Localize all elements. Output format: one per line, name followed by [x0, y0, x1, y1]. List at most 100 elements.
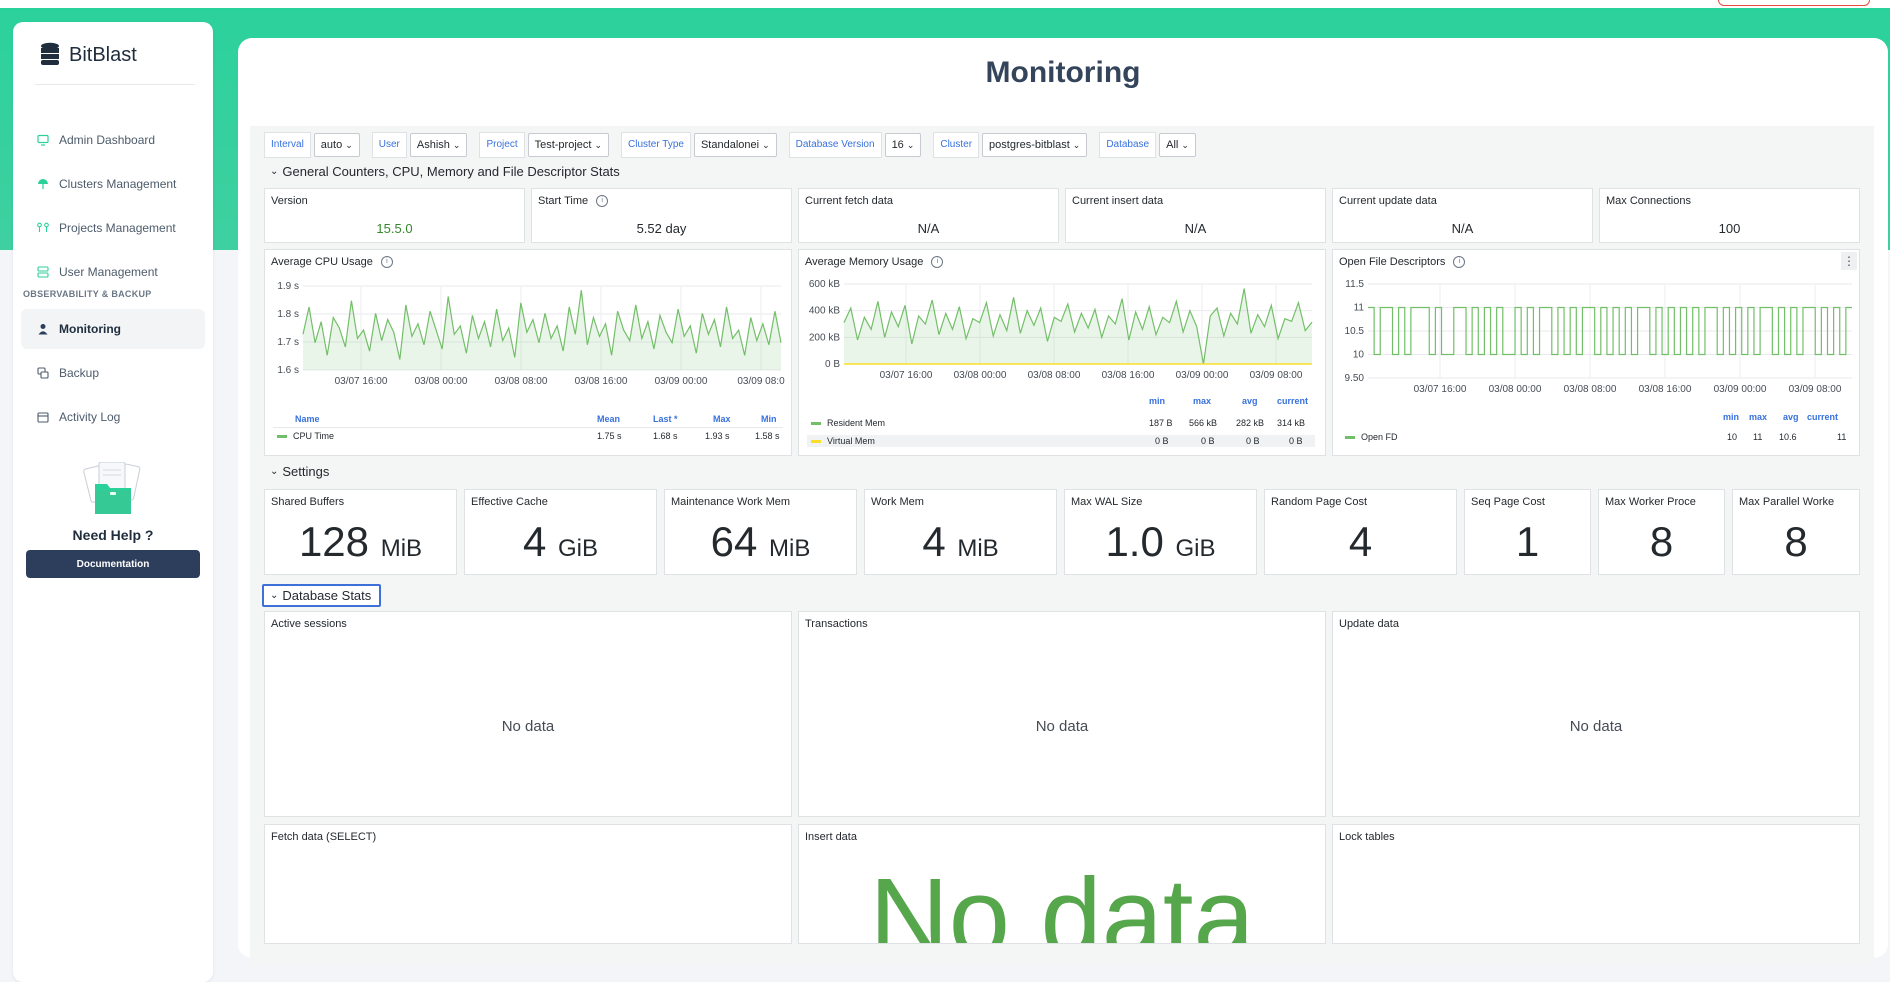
row-settings[interactable]: ⌄ Settings: [270, 464, 329, 479]
info-icon[interactable]: i: [1453, 256, 1466, 268]
var-select-user[interactable]: Ashish ⌄: [409, 133, 468, 157]
info-icon[interactable]: i: [931, 256, 944, 268]
legend-value: 0 B: [1155, 436, 1169, 446]
chart-panel-transactions[interactable]: Transactions No data: [798, 611, 1326, 817]
panel-title: Seq Page Cost: [1471, 496, 1545, 508]
info-icon[interactable]: i: [596, 195, 609, 207]
chart-panel-insert-data[interactable]: Insert data No data: [798, 824, 1326, 944]
flow-icon: [37, 222, 49, 232]
y-tick-label: 0 B: [825, 359, 840, 370]
var-select-cluster[interactable]: postgres-bitblast ⌄: [982, 133, 1088, 157]
user-pill[interactable]: [1718, 0, 1870, 6]
documentation-button[interactable]: Documentation: [26, 550, 200, 578]
chevron-down-icon: ⌄: [452, 140, 461, 150]
chevron-down-icon: ⌄: [345, 140, 353, 150]
y-tick-label: 11: [1354, 303, 1365, 314]
legend-row[interactable]: Resident Mem: [811, 418, 885, 428]
monitor-icon: [37, 134, 49, 146]
sidebar-item-user-management[interactable]: User Management: [21, 252, 205, 292]
legend-row[interactable]: Open FD: [1345, 432, 1398, 442]
stat-panel-shared-buffers[interactable]: Shared Buffers 128 MiB: [264, 489, 457, 575]
stat-panel-max-worker-processes[interactable]: Max Worker Proce 8: [1598, 489, 1725, 575]
chart-panel-active-sessions[interactable]: Active sessions No data: [264, 611, 792, 817]
stat-panel-max-parallel-workers[interactable]: Max Parallel Worke 8: [1732, 489, 1860, 575]
stat-value: 1: [1515, 518, 1540, 565]
sidebar-item-monitoring[interactable]: Monitoring: [21, 309, 205, 349]
panel-title: Maintenance Work Mem: [671, 496, 791, 508]
menu-kebab-icon[interactable]: ⋮: [1841, 252, 1857, 270]
stat-panel-work-mem[interactable]: Work Mem 4 MiB: [864, 489, 1057, 575]
legend-value: 0 B: [1246, 436, 1260, 446]
row-database-stats[interactable]: ⌄ Database Stats: [262, 584, 382, 607]
chart-panel-fetch-data[interactable]: Fetch data (SELECT): [264, 824, 792, 944]
chart-panel-cpu[interactable]: Average CPU Usage i 1.9 s 1.8 s 1.7 s 1.6 s 0…: [264, 249, 792, 456]
panel-title: Update data: [1339, 618, 1399, 630]
stat-value: N/A: [1451, 221, 1474, 236]
panel-title: Max WAL Size: [1071, 496, 1143, 508]
main-content: Monitoring Interval auto ⌄ User Ashish ⌄ P…: [238, 38, 1888, 966]
sidebar-item-projects-management[interactable]: Projects Management: [21, 208, 205, 248]
panel-title: Version: [271, 195, 308, 207]
chart-panel-memory[interactable]: Average Memory Usage i 600 kB 400 kB 200 kB…: [798, 249, 1326, 456]
stat-value: 1.0 GiB: [1065, 518, 1256, 566]
umbrella-icon: [38, 179, 48, 189]
stat-panel-maintenance-work-mem[interactable]: Maintenance Work Mem 64 MiB: [664, 489, 857, 575]
series-name: CPU Time: [293, 431, 335, 441]
stat-panel-current-insert[interactable]: Current insert data N/A: [1065, 188, 1326, 243]
series-swatch: [811, 422, 821, 426]
sidebar-item-backup[interactable]: Backup: [21, 353, 205, 393]
stat-panel-start-time[interactable]: Start Time i 5.52 day: [531, 188, 792, 243]
var-select-interval[interactable]: auto ⌄: [313, 133, 360, 157]
stat-number: 64: [710, 518, 758, 565]
info-icon[interactable]: i: [380, 256, 393, 268]
stat-panel-effective-cache[interactable]: Effective Cache 4 GiB: [464, 489, 657, 575]
legend-header: Min: [761, 414, 777, 424]
x-tick-label: 03/08 00:00: [1489, 384, 1542, 395]
row-general[interactable]: ⌄ General Counters, CPU, Memory and File…: [270, 164, 620, 179]
panel-title: Current update data: [1339, 195, 1437, 207]
legend-header: min: [1723, 412, 1740, 422]
var-value: Test-project: [534, 139, 592, 151]
var-select-cluster-type[interactable]: Standalonei ⌄: [693, 133, 777, 157]
row-title: Database Stats: [282, 588, 372, 603]
stat-value: 4: [1348, 518, 1373, 565]
big-no-data-message: No data: [869, 856, 1255, 944]
sidebar-item-clusters-management[interactable]: Clusters Management: [21, 164, 205, 204]
stat-value: N/A: [917, 221, 940, 236]
sidebar-item-label: Clusters Management: [59, 177, 177, 191]
chart-panel-file-descriptors[interactable]: Open File Descriptors i ⋮ 11.5 11 10.5 10 9.5…: [1332, 249, 1860, 456]
legend-header: min: [1149, 396, 1166, 406]
stat-panel-current-update[interactable]: Current update data N/A: [1332, 188, 1593, 243]
chart-panel-update-data[interactable]: Update data No data: [1332, 611, 1860, 817]
stat-panel-version[interactable]: Version 15.5.0: [264, 188, 525, 243]
stat-panel-seq-page-cost[interactable]: Seq Page Cost 1: [1464, 489, 1591, 575]
legend-value: 314 kB: [1277, 418, 1306, 428]
panel-title-text: Average Memory Usage: [805, 256, 924, 268]
var-select-database[interactable]: All ⌄: [1159, 133, 1196, 157]
stat-value: 5.52 day: [636, 221, 687, 236]
sidebar-item-activity-log[interactable]: Activity Log: [21, 397, 205, 437]
legend-row[interactable]: Virtual Mem: [811, 436, 875, 446]
var-select-project[interactable]: Test-project ⌄: [527, 133, 609, 157]
legend-row[interactable]: CPU Time: [277, 431, 334, 441]
var-label-user: User: [371, 132, 407, 158]
stat-panel-max-wal-size[interactable]: Max WAL Size 1.0 GiB: [1064, 489, 1257, 575]
var-label-interval: Interval: [264, 132, 311, 158]
database-logo-icon: [41, 42, 59, 65]
stat-number: 1.0: [1105, 518, 1164, 565]
chevron-down-icon: ⌄: [270, 166, 279, 177]
stat-panel-max-connections[interactable]: Max Connections 100: [1599, 188, 1860, 243]
users-icon: [37, 266, 49, 278]
stat-panel-random-page-cost[interactable]: Random Page Cost 4: [1264, 489, 1457, 575]
var-label-database: Database: [1099, 132, 1157, 158]
legend-header: current: [1277, 396, 1309, 406]
no-data-message: No data: [501, 718, 555, 735]
stat-value: 4 GiB: [465, 518, 656, 566]
x-tick-label: 03/08 16:00: [575, 376, 628, 387]
brand[interactable]: BitBlast: [39, 42, 137, 68]
stat-panel-current-fetch[interactable]: Current fetch data N/A: [798, 188, 1059, 243]
sidebar-item-admin-dashboard[interactable]: Admin Dashboard: [21, 120, 205, 160]
sidebar-item-label: Projects Management: [59, 221, 176, 235]
var-select-database-version[interactable]: 16 ⌄: [884, 133, 922, 157]
chart-panel-lock-tables[interactable]: Lock tables: [1332, 824, 1860, 944]
